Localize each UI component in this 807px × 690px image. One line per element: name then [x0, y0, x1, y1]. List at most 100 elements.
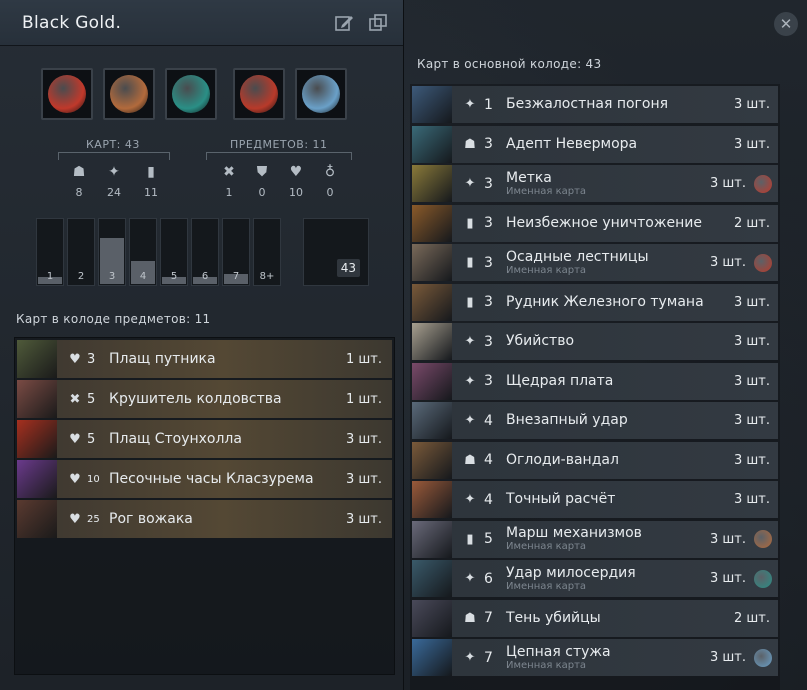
item-row[interactable]: ♥ 25 Рог вожака 3 шт. [17, 500, 392, 538]
item-art [17, 340, 57, 378]
card-art [412, 244, 452, 281]
item-art [17, 420, 57, 458]
stat-weapons: ✖ 1 [214, 164, 244, 199]
card-art [412, 283, 452, 321]
card-row[interactable]: ✦ 3 Щедрая плата 3 шт. [412, 362, 778, 400]
mana-curve-label: 7 [232, 271, 240, 282]
item-row[interactable]: ✖ 5 Крушитель колдовства 1 шт. [17, 380, 392, 418]
cards-brace [58, 152, 170, 160]
card-row[interactable]: ✦ 4 Точный расчёт 3 шт. [412, 481, 778, 518]
mana-curve-column: 1 [36, 218, 64, 286]
card-row[interactable]: ✦ 7 Цепная стужа Именная карта 3 шт. [412, 639, 778, 676]
creep-icon: ☗ [464, 452, 476, 468]
creep-icon: ☗ [464, 136, 476, 152]
item-row[interactable]: ♥ 3 Плащ путника 1 шт. [17, 340, 392, 378]
close-icon: ✕ [779, 15, 793, 33]
card-signature-label: Именная карта [506, 541, 587, 552]
card-row[interactable]: ▮ 3 Неизбежное уничтожение 2 шт. [412, 204, 778, 242]
stat-creeps: ☗ 8 [64, 164, 94, 199]
weapon-icon: ✖ [223, 164, 235, 180]
stat-improvements: ▮ 11 [136, 164, 166, 199]
card-text: Адепт Невермора [506, 135, 734, 152]
spell-icon: ✦ [464, 176, 476, 191]
card-cost: 6 [484, 570, 493, 587]
item-art [17, 500, 57, 538]
card-art [412, 86, 452, 123]
items-section-title: Карт в колоде предметов: 11 [16, 312, 211, 326]
card-name: Марш механизмов [506, 525, 642, 541]
card-text: Удар милосердия Именная карта [506, 565, 710, 592]
health-icon: ♥ [69, 431, 81, 447]
card-cost: 7 [484, 649, 493, 666]
spell-icon: ✦ [464, 373, 476, 389]
card-row[interactable]: ☗ 3 Адепт Невермора 3 шт. [412, 125, 778, 163]
card-row[interactable]: ▮ 3 Рудник Железного тумана 3 шт. [412, 283, 778, 321]
hero-slot-4[interactable] [233, 68, 285, 120]
copy-icon[interactable] [367, 12, 389, 34]
card-row[interactable]: ▮ 5 Марш механизмов Именная карта 3 шт. [412, 520, 778, 558]
card-art [412, 204, 452, 242]
hero-slot-1[interactable] [41, 68, 93, 120]
card-row[interactable]: ☗ 7 Тень убийцы 2 шт. [412, 599, 778, 637]
card-row[interactable]: ✦ 3 Убийство 3 шт. [412, 323, 778, 360]
weapon-icon: ✖ [69, 391, 81, 407]
signature-hero-icon [754, 530, 772, 548]
mana-curve-label: 5 [170, 271, 178, 282]
card-cost: 3 [484, 175, 493, 192]
card-row[interactable]: ☗ 4 Оглоди-вандал 3 шт. [412, 441, 778, 479]
item-name: Крушитель колдовства [109, 391, 282, 407]
card-name: Адепт Невермора [506, 135, 638, 152]
card-cost: 3 [484, 215, 493, 231]
hero-portrait [172, 75, 210, 113]
card-name: Щедрая плата [506, 372, 614, 389]
hero-lineup [41, 68, 347, 120]
hero-slot-2[interactable] [103, 68, 155, 120]
item-list: ♥ 3 Плащ путника 1 шт. ✖ 5 Крушитель колдовств… [14, 337, 395, 675]
consumable-icon: ♁ [324, 164, 336, 180]
card-qty: 3 шт. [709, 255, 746, 270]
hero-portrait [240, 75, 278, 113]
card-art [412, 441, 452, 479]
card-row[interactable]: ✦ 3 Метка Именная карта 3 шт. [412, 165, 778, 202]
stat-count: 1 [225, 186, 233, 199]
card-cost: 4 [484, 491, 493, 508]
main-deck-title: Карт в основной колоде: 43 [417, 57, 602, 71]
card-text: Марш механизмов Именная карта [506, 525, 710, 553]
improvement-icon: ▮ [466, 215, 474, 231]
hero-slot-3[interactable] [165, 68, 217, 120]
card-row[interactable]: ✦ 4 Внезапный удар 3 шт. [412, 402, 778, 439]
card-signature-label: Именная карта [506, 580, 587, 592]
armor-icon: ⛊ [256, 164, 268, 180]
card-art [412, 639, 452, 676]
card-art [412, 599, 452, 637]
card-qty: 2 шт. [733, 215, 770, 231]
item-row[interactable]: ♥ 10 Песочные часы Класзурема 3 шт. [17, 460, 392, 498]
card-row[interactable]: ✦ 6 Удар милосердия Именная карта 3 шт. [412, 560, 778, 597]
card-qty: 3 шт. [733, 452, 770, 468]
mana-curve-column: 4 [129, 218, 157, 286]
mana-curve-label: 6 [201, 271, 209, 282]
stat-consumables: ♁ 0 [315, 164, 345, 199]
card-row[interactable]: ▮ 3 Осадные лестницы Именная карта 3 шт. [412, 244, 778, 281]
card-row[interactable]: ✦ 1 Безжалостная погоня 3 шт. [412, 86, 778, 123]
hero-slot-5[interactable] [295, 68, 347, 120]
card-qty: 3 шт. [709, 176, 746, 191]
item-row[interactable]: ♥ 5 Плащ Стоунхолла 3 шт. [17, 420, 392, 458]
stat-count: 24 [107, 186, 121, 199]
item-name: Плащ Стоунхолла [109, 431, 242, 447]
mana-curve-column: 2 [67, 218, 95, 286]
mana-curve-label: 2 [77, 271, 85, 282]
card-name: Неизбежное уничтожение [506, 214, 702, 231]
edit-icon[interactable] [333, 12, 355, 34]
mana-curve: 1 2 3 4 5 6 7 8+ [36, 218, 281, 286]
card-art [412, 125, 452, 163]
card-qty: 3 шт. [709, 531, 746, 547]
close-button[interactable]: ✕ [774, 12, 798, 36]
items-count-label: ПРЕДМЕТОВ: 11 [230, 138, 328, 151]
signature-hero-icon [754, 253, 772, 272]
card-text: Убийство [506, 334, 734, 349]
card-text: Цепная стужа Именная карта [506, 644, 710, 671]
deck-title[interactable]: Black Gold. [22, 13, 321, 33]
total-cards-badge: 43 [336, 259, 360, 277]
mana-curve-column: 6 [191, 218, 219, 286]
